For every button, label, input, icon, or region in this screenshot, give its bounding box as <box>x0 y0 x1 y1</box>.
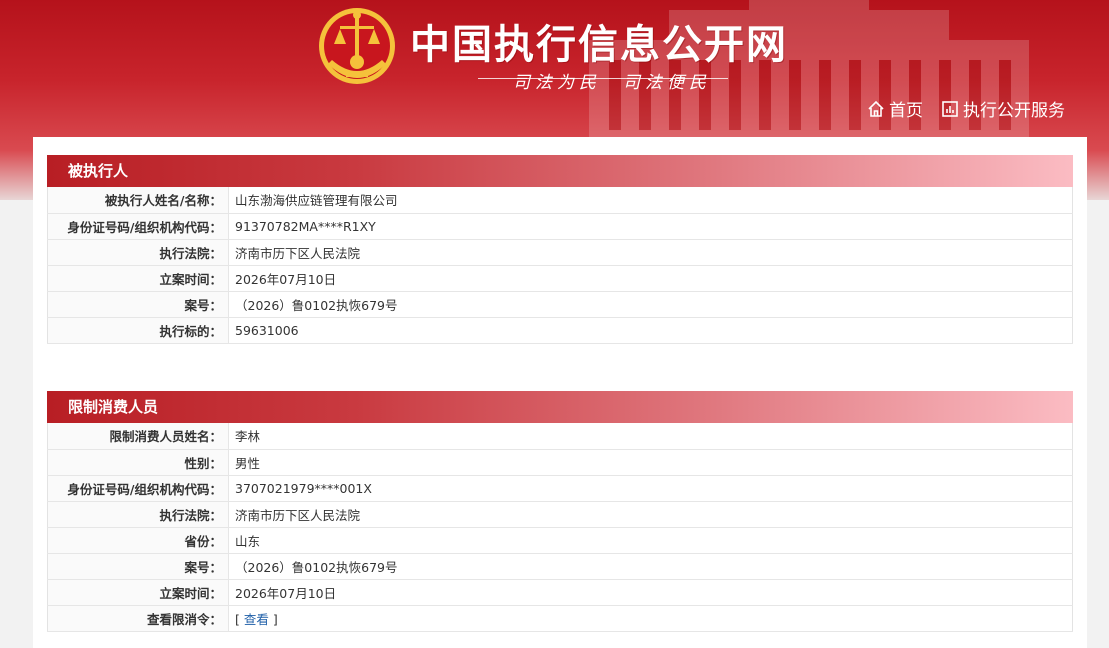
chart-icon <box>942 100 958 117</box>
table-row: 查看限消令： [ 查看 ] <box>47 605 1073 632</box>
table-row: 省份： 山东 <box>47 527 1073 554</box>
bracket-close: ] <box>268 611 278 627</box>
nav-home-label: 首页 <box>889 101 923 121</box>
row-value: 济南市历下区人民法院 <box>228 239 1073 266</box>
table-row: 立案时间： 2026年07月10日 <box>47 265 1073 292</box>
nav-execution-service[interactable]: 执行公开服务 <box>941 96 1065 121</box>
row-value: （2026）鲁0102执恢679号 <box>228 291 1073 318</box>
judgment-debtor-table: 被执行人姓名/名称： 山东渤海供应链管理有限公司 身份证号码/组织机构代码： 9… <box>47 187 1073 344</box>
row-label: 查看限消令： <box>47 605 229 632</box>
content-panel: 被执行人 被执行人姓名/名称： 山东渤海供应链管理有限公司 身份证号码/组织机构… <box>33 137 1087 648</box>
row-label: 案号： <box>47 553 229 580</box>
row-value: 李林 <box>228 423 1073 450</box>
nav-execution-service-label: 执行公开服务 <box>963 101 1065 121</box>
table-row: 性别： 男性 <box>47 449 1073 476</box>
row-value: （2026）鲁0102执恢679号 <box>228 553 1073 580</box>
table-row: 限制消费人员姓名： 李林 <box>47 423 1073 450</box>
row-value: 2026年07月10日 <box>228 579 1073 606</box>
row-label: 立案时间： <box>47 579 229 606</box>
row-value: 91370782MA****R1XY <box>228 213 1073 240</box>
row-label: 执行法院： <box>47 239 229 266</box>
view-restriction-order-link[interactable]: 查看 <box>244 612 269 627</box>
table-row: 执行法院： 济南市历下区人民法院 <box>47 239 1073 266</box>
row-value: 59631006 <box>228 317 1073 344</box>
row-value: 3707021979****001X <box>228 475 1073 502</box>
row-label: 执行法院： <box>47 501 229 528</box>
row-value: 男性 <box>228 449 1073 476</box>
nav-home[interactable]: 首页 <box>867 96 923 121</box>
row-label: 被执行人姓名/名称： <box>47 187 229 214</box>
row-label: 执行标的： <box>47 317 229 344</box>
judgment-debtor-section: 被执行人 被执行人姓名/名称： 山东渤海供应链管理有限公司 身份证号码/组织机构… <box>47 155 1073 344</box>
row-label: 限制消费人员姓名： <box>47 423 229 450</box>
bracket-open: [ <box>235 611 244 627</box>
section-title: 被执行人 <box>47 155 1073 187</box>
row-label: 性别： <box>47 449 229 476</box>
row-label: 省份： <box>47 527 229 554</box>
table-row: 案号： （2026）鲁0102执恢679号 <box>47 553 1073 580</box>
row-label: 身份证号码/组织机构代码： <box>47 475 229 502</box>
table-row: 身份证号码/组织机构代码： 91370782MA****R1XY <box>47 213 1073 240</box>
table-row: 立案时间： 2026年07月10日 <box>47 579 1073 606</box>
consumption-restricted-section: 限制消费人员 限制消费人员姓名： 李林 性别： 男性 身份证号码/组织机构代码：… <box>47 391 1073 632</box>
top-nav: 首页 执行公开服务 <box>867 96 1065 121</box>
site-slogan: 司法为民 司法便民 <box>513 73 711 93</box>
consumption-restricted-table: 限制消费人员姓名： 李林 性别： 男性 身份证号码/组织机构代码： 370702… <box>47 423 1073 632</box>
table-row: 身份证号码/组织机构代码： 3707021979****001X <box>47 475 1073 502</box>
row-value: 山东 <box>228 527 1073 554</box>
row-value: 济南市历下区人民法院 <box>228 501 1073 528</box>
home-icon <box>868 100 884 117</box>
row-label: 案号： <box>47 291 229 318</box>
row-value: [ 查看 ] <box>228 605 1073 632</box>
row-label: 立案时间： <box>47 265 229 292</box>
row-value: 山东渤海供应链管理有限公司 <box>228 187 1073 214</box>
row-label: 身份证号码/组织机构代码： <box>47 213 229 240</box>
site-title: 中国执行信息公开网 <box>410 22 788 68</box>
table-row: 被执行人姓名/名称： 山东渤海供应链管理有限公司 <box>47 187 1073 214</box>
section-title: 限制消费人员 <box>47 391 1073 423</box>
table-row: 执行法院： 济南市历下区人民法院 <box>47 501 1073 528</box>
table-row: 案号： （2026）鲁0102执恢679号 <box>47 291 1073 318</box>
row-value: 2026年07月10日 <box>228 265 1073 292</box>
court-emblem-icon <box>319 8 395 84</box>
table-row: 执行标的： 59631006 <box>47 317 1073 344</box>
